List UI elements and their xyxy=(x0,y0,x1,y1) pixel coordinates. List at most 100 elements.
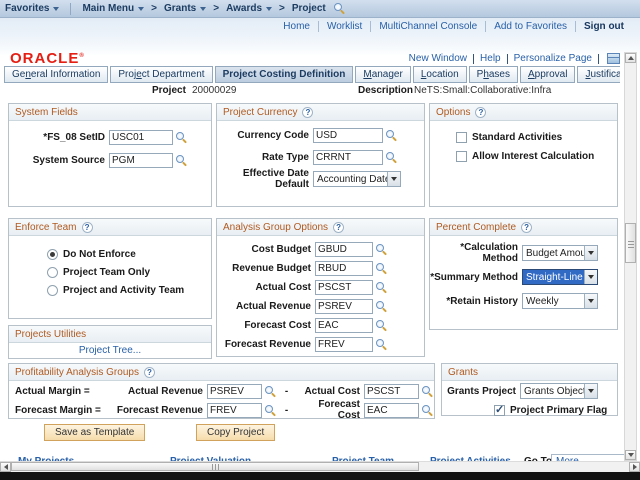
cost-budget-input[interactable] xyxy=(315,242,373,257)
tab-location[interactable]: Location xyxy=(413,66,467,83)
scroll-up-button[interactable] xyxy=(625,53,636,63)
breadcrumb-search-icon[interactable] xyxy=(333,2,346,15)
lookup-icon[interactable] xyxy=(385,151,398,164)
project-team-only-radio[interactable] xyxy=(47,267,58,278)
help-icon[interactable]: ? xyxy=(521,222,532,233)
dropdown-arrow-icon[interactable] xyxy=(387,172,400,186)
options-title: Options ? xyxy=(430,104,617,121)
lookup-icon[interactable] xyxy=(375,262,388,275)
lookup-icon[interactable] xyxy=(375,319,388,332)
effective-date-default-select[interactable]: Accounting Date xyxy=(313,171,401,187)
project-primary-flag-checkbox[interactable] xyxy=(494,405,505,416)
save-as-template-button[interactable]: Save as Template xyxy=(44,424,145,441)
sign-out-link[interactable]: Sign out xyxy=(584,21,624,32)
allow-interest-calculation-checkbox[interactable] xyxy=(456,151,467,162)
tab-project-costing-definition[interactable]: Project Costing Definition xyxy=(215,66,354,83)
separator xyxy=(507,54,508,64)
help-link[interactable]: Help xyxy=(480,53,501,64)
tab-manager[interactable]: Manager xyxy=(355,66,410,83)
lookup-icon[interactable] xyxy=(175,131,188,144)
favorites-menu[interactable]: Favorites xyxy=(0,3,64,14)
forecast-revenue-input[interactable] xyxy=(315,337,373,352)
lookup-icon[interactable] xyxy=(375,243,388,256)
setid-label: *FS_08 SetID xyxy=(9,132,109,143)
help-icon[interactable]: ? xyxy=(475,107,486,118)
select-value: Straight-Line xyxy=(523,270,584,284)
actual-cost-input[interactable] xyxy=(315,280,373,295)
horizontal-scrollbar[interactable] xyxy=(0,461,640,472)
personalize-layout-icon[interactable] xyxy=(607,53,620,64)
lookup-icon[interactable] xyxy=(375,281,388,294)
grants-section: Grants Grants Project Grants Object Proj… xyxy=(441,363,618,416)
tab-project-department[interactable]: Project Department xyxy=(110,66,212,83)
tab-general-information[interactable]: General Information xyxy=(4,66,108,83)
tab-justification[interactable]: Justification xyxy=(577,66,620,83)
scroll-down-button[interactable] xyxy=(625,450,636,460)
help-icon[interactable]: ? xyxy=(333,222,344,233)
actual-revenue-label: Actual Revenue xyxy=(217,301,315,312)
tab-approval[interactable]: Approval xyxy=(520,66,575,83)
summary-method-select[interactable]: Straight-Line xyxy=(522,269,598,285)
worklist-link[interactable]: Worklist xyxy=(327,21,362,32)
lookup-icon[interactable] xyxy=(175,154,188,167)
do-not-enforce-radio[interactable] xyxy=(47,249,58,260)
forecast-revenue-margin-input[interactable] xyxy=(207,403,262,418)
revenue-budget-label: Revenue Budget xyxy=(217,263,315,274)
horizontal-scrollbar-thumb[interactable] xyxy=(11,462,419,471)
help-icon[interactable]: ? xyxy=(144,367,155,378)
setid-input[interactable] xyxy=(109,130,173,145)
forecast-cost-input[interactable] xyxy=(315,318,373,333)
breadcrumb-awards[interactable]: Awards xyxy=(221,3,277,14)
main-menu[interactable]: Main Menu xyxy=(77,3,149,14)
actual-revenue-margin-input[interactable] xyxy=(207,384,262,399)
lookup-icon[interactable] xyxy=(264,404,277,417)
actual-revenue-input[interactable] xyxy=(315,299,373,314)
field-row: Forecast Revenue xyxy=(217,336,424,352)
cost-budget-label: Cost Budget xyxy=(217,244,315,255)
page-tools: New Window Help Personalize Page xyxy=(405,53,620,64)
lookup-icon[interactable] xyxy=(385,129,398,142)
project-and-activity-team-radio[interactable] xyxy=(47,285,58,296)
lookup-icon[interactable] xyxy=(264,385,277,398)
retain-history-label: *Retain History xyxy=(430,296,522,307)
vertical-scrollbar[interactable] xyxy=(624,52,637,461)
revenue-budget-input[interactable] xyxy=(315,261,373,276)
lookup-icon[interactable] xyxy=(375,338,388,351)
breadcrumb-grants[interactable]: Grants xyxy=(159,3,211,14)
new-window-link[interactable]: New Window xyxy=(409,53,467,64)
project-tree-link[interactable]: Project Tree... xyxy=(79,345,141,356)
vertical-scrollbar-thumb[interactable] xyxy=(625,223,636,263)
radio-row: Project Team Only xyxy=(47,264,211,280)
rate-type-input[interactable] xyxy=(313,150,383,165)
grants-project-select[interactable]: Grants Object xyxy=(520,383,598,399)
retain-history-select[interactable]: Weekly xyxy=(522,293,598,309)
add-to-favorites-link[interactable]: Add to Favorites xyxy=(494,21,567,32)
breadcrumb-project[interactable]: Project xyxy=(287,3,331,14)
separator xyxy=(318,21,319,32)
allow-interest-calculation-label: Allow Interest Calculation xyxy=(472,151,594,162)
system-source-input[interactable] xyxy=(109,153,173,168)
personalize-page-link[interactable]: Personalize Page xyxy=(514,53,592,64)
lookup-icon[interactable] xyxy=(421,404,434,417)
multichannel-console-link[interactable]: MultiChannel Console xyxy=(379,21,477,32)
calculation-method-select[interactable]: Budget Amou xyxy=(522,245,598,261)
dropdown-arrow-icon[interactable] xyxy=(584,270,597,284)
standard-activities-checkbox[interactable] xyxy=(456,132,467,143)
breadcrumb-separator: > xyxy=(213,3,219,14)
help-icon[interactable]: ? xyxy=(302,107,313,118)
dropdown-arrow-icon[interactable] xyxy=(584,294,597,308)
tab-phases[interactable]: Phases xyxy=(469,66,518,83)
help-icon[interactable]: ? xyxy=(82,222,93,233)
copy-project-button[interactable]: Copy Project xyxy=(196,424,275,441)
lookup-icon[interactable] xyxy=(421,385,434,398)
currency-code-input[interactable] xyxy=(313,128,383,143)
lookup-icon[interactable] xyxy=(375,300,388,313)
select-value: Weekly xyxy=(523,294,584,308)
dropdown-arrow-icon[interactable] xyxy=(584,246,597,260)
forecast-cost-margin-input[interactable] xyxy=(364,403,419,418)
scroll-left-button[interactable] xyxy=(0,462,11,472)
scroll-right-button[interactable] xyxy=(629,462,640,472)
dropdown-arrow-icon[interactable] xyxy=(584,384,597,398)
actual-cost-margin-input[interactable] xyxy=(364,384,419,399)
home-link[interactable]: Home xyxy=(283,21,310,32)
